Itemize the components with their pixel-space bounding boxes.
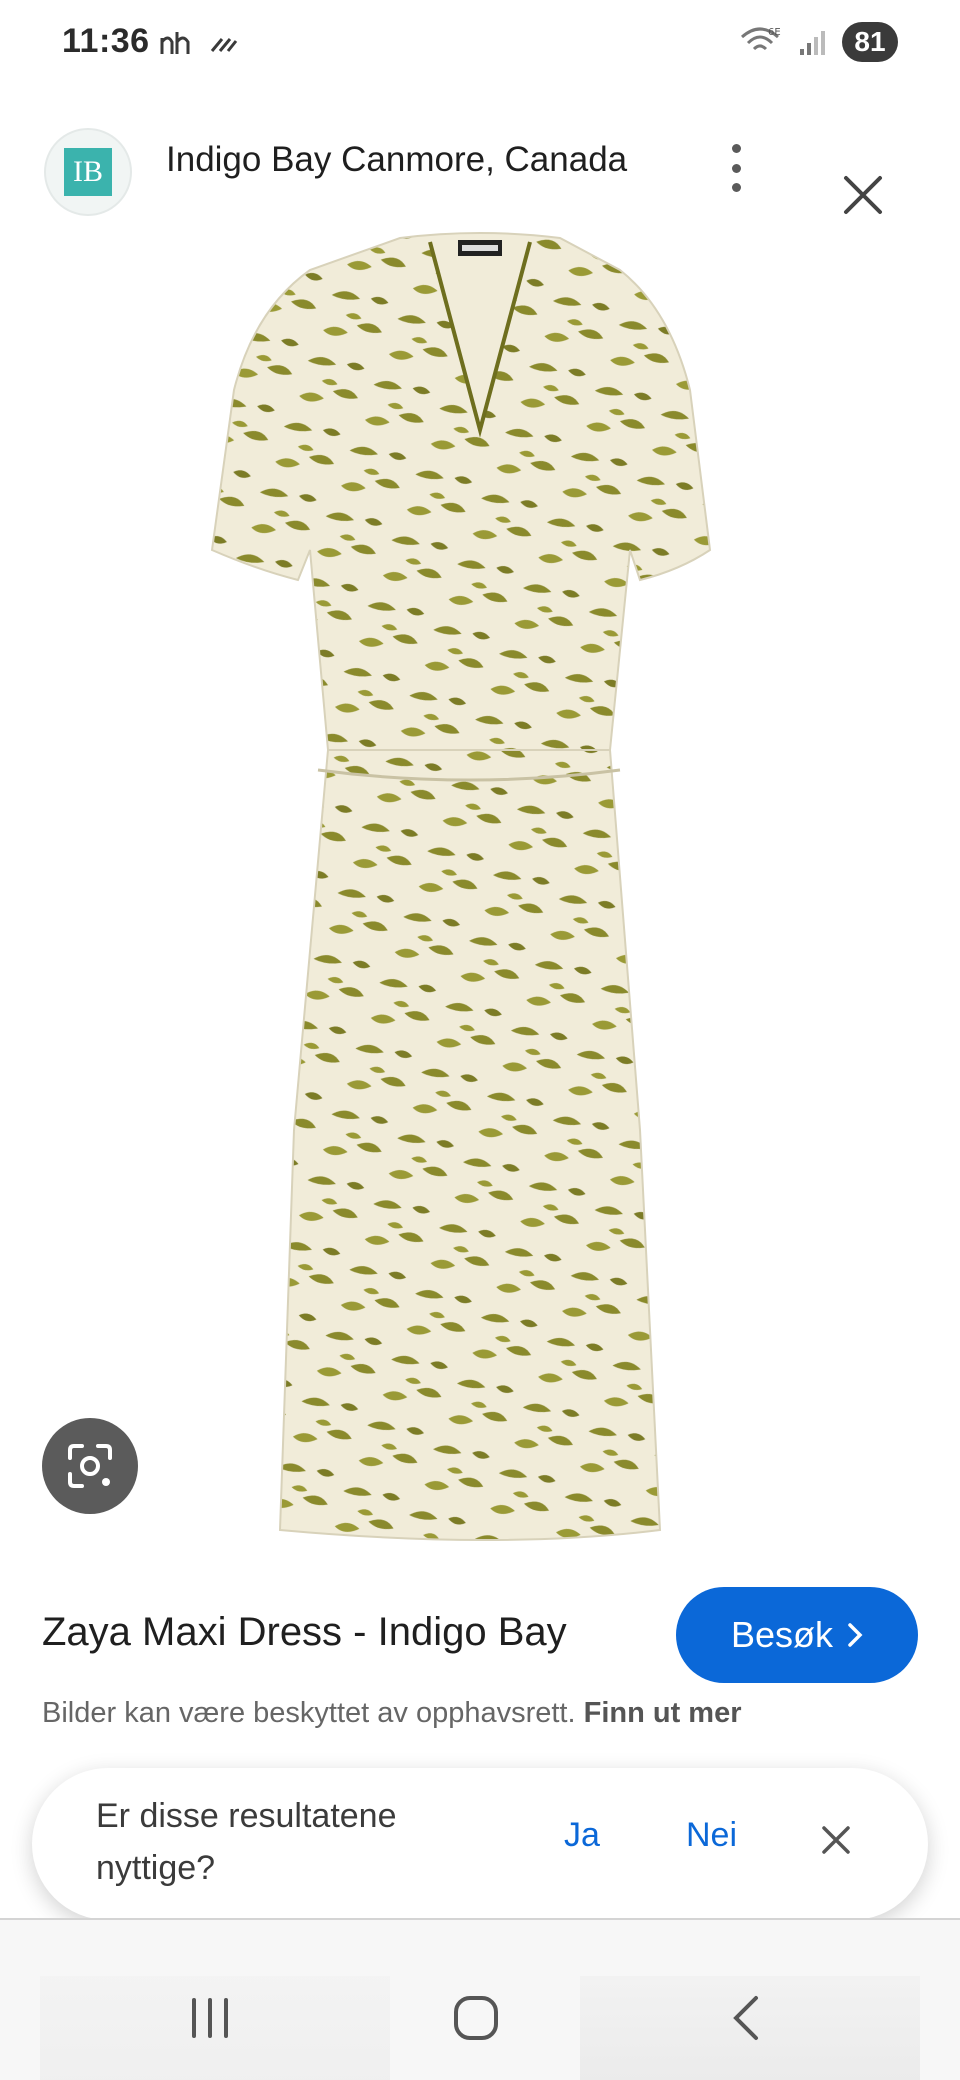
visit-button-label: Besøk <box>730 1614 834 1655</box>
feedback-yes-button[interactable]: Ja <box>564 1816 600 1855</box>
learn-more-link[interactable]: Finn ut mer <box>584 1697 742 1729</box>
site-logo-mark: IB <box>64 148 112 196</box>
status-time: 11:36 <box>62 22 150 60</box>
chevron-right-icon <box>848 1623 863 1647</box>
feedback-no-button[interactable]: Nei <box>686 1816 737 1855</box>
lens-icon <box>68 1444 112 1488</box>
copyright-text: Bilder kan være beskyttet av opphavsrett… <box>42 1697 576 1729</box>
status-bar: 11:36 6E 81 <box>0 0 960 90</box>
product-title[interactable]: Zaya Maxi Dress - Indigo Bay <box>42 1610 567 1655</box>
site-name[interactable]: Indigo Bay Canmore, Canada <box>166 140 627 180</box>
status-notification-icons <box>160 30 238 56</box>
google-lens-button[interactable] <box>42 1418 138 1514</box>
close-icon[interactable] <box>838 170 888 220</box>
feedback-card: Er disse resultatene nyttige? Ja Nei <box>32 1768 928 1920</box>
site-logo[interactable]: IB <box>44 128 132 216</box>
system-nav-bar <box>0 1968 960 2068</box>
source-header: IB Indigo Bay Canmore, Canada <box>0 110 960 220</box>
network-speed-icon <box>160 32 190 54</box>
feedback-question: Er disse resultatene nyttige? <box>96 1797 397 1887</box>
status-system-icons: 6E 81 <box>740 22 898 62</box>
data-saver-icon <box>210 38 238 52</box>
product-image[interactable] <box>200 230 760 1550</box>
home-icon[interactable] <box>446 1988 506 2048</box>
more-options-icon[interactable] <box>718 140 754 196</box>
dress-illustration <box>210 232 712 1541</box>
visit-button[interactable]: Besøk <box>676 1587 918 1683</box>
wifi-6e-icon: 6E <box>741 27 781 51</box>
signal-icon <box>800 31 825 55</box>
recent-apps-icon[interactable] <box>180 1988 240 2048</box>
svg-text:6E: 6E <box>768 27 781 38</box>
copyright-notice: Bilder kan være beskyttet av opphavsrett… <box>42 1697 742 1730</box>
battery-indicator: 81 <box>842 22 898 62</box>
feedback-close-icon[interactable] <box>816 1820 856 1860</box>
back-icon[interactable] <box>718 1988 778 2048</box>
